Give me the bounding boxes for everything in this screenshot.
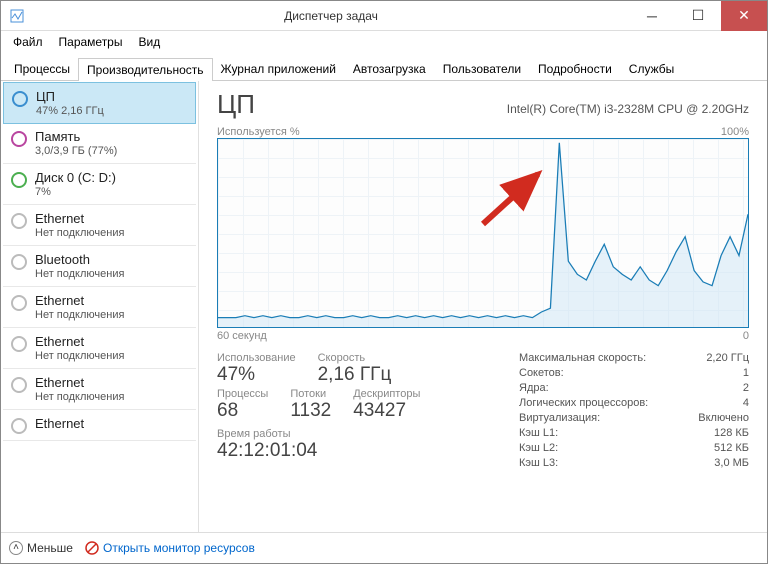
resource-ring-icon: [11, 131, 27, 147]
cpu-model: Intel(R) Core(TM) i3-2328M CPU @ 2.20GHz: [507, 102, 749, 116]
sidebar-item-title: ЦП: [36, 89, 104, 104]
resource-ring-icon: [11, 254, 27, 270]
stats-left: Использование 47% Скорость 2,16 ГГц Проц…: [217, 352, 499, 472]
fewer-details-button[interactable]: ˄ Меньше: [9, 541, 73, 555]
resource-ring-icon: [11, 418, 27, 434]
close-button[interactable]: ✕: [721, 1, 767, 31]
chart-x-labels: 60 секунд 0: [217, 330, 749, 342]
stats: Использование 47% Скорость 2,16 ГГц Проц…: [217, 352, 749, 472]
resource-ring-icon: [11, 336, 27, 352]
sidebar-item-sub: 3,0/3,9 ГБ (77%): [35, 145, 117, 157]
open-resource-monitor-link[interactable]: Открыть монитор ресурсов: [85, 541, 255, 555]
footer: ˄ Меньше Открыть монитор ресурсов: [1, 532, 767, 562]
sidebar-item-2[interactable]: Диск 0 (C: D:)7%: [3, 164, 196, 205]
y-label: Используется %: [217, 126, 300, 138]
x-left: 60 секунд: [217, 330, 267, 342]
sidebar-item-sub: 47% 2,16 ГГц: [36, 105, 104, 117]
main-panel: ЦП Intel(R) Core(TM) i3-2328M CPU @ 2.20…: [199, 81, 767, 532]
menu-view[interactable]: Вид: [130, 33, 168, 51]
tab-startup[interactable]: Автозагрузка: [344, 57, 435, 80]
sidebar-item-title: Диск 0 (C: D:): [35, 170, 116, 185]
sidebar-item-title: Ethernet: [35, 375, 124, 390]
tab-services[interactable]: Службы: [620, 57, 683, 80]
stat-handles: Дескрипторы 43427: [353, 388, 420, 422]
stat-speed: Скорость 2,16 ГГц: [318, 352, 392, 386]
y-max: 100%: [721, 126, 749, 138]
sidebar-item-title: Bluetooth: [35, 252, 124, 267]
sidebar-item-title: Память: [35, 129, 117, 144]
cpu-info: Максимальная скорость:2,20 ГГц Сокетов:1…: [519, 352, 749, 472]
sidebar-item-sub: Нет подключения: [35, 350, 124, 362]
maximize-button[interactable]: ☐: [675, 1, 721, 31]
window-title: Диспетчер задач: [33, 9, 629, 23]
menu-options[interactable]: Параметры: [51, 33, 131, 51]
resource-ring-icon: [11, 377, 27, 393]
stat-usage: Использование 47%: [217, 352, 296, 386]
tab-processes[interactable]: Процессы: [5, 57, 79, 80]
resource-monitor-icon: [85, 541, 99, 555]
sidebar-item-sub: 7%: [35, 186, 116, 198]
sidebar-item-sub: Нет подключения: [35, 227, 124, 239]
content: ЦП47% 2,16 ГГцПамять3,0/3,9 ГБ (77%)Диск…: [1, 81, 767, 532]
tabs: Процессы Производительность Журнал прило…: [1, 53, 767, 81]
x-right: 0: [743, 330, 749, 342]
app-icon: [9, 8, 25, 24]
resource-ring-icon: [11, 295, 27, 311]
minimize-button[interactable]: ─: [629, 1, 675, 31]
stat-processes: Процессы 68: [217, 388, 268, 422]
tab-users[interactable]: Пользователи: [434, 57, 530, 80]
cpu-chart[interactable]: [217, 138, 749, 328]
sidebar-item-3[interactable]: EthernetНет подключения: [3, 205, 196, 246]
sidebar-item-1[interactable]: Память3,0/3,9 ГБ (77%): [3, 123, 196, 164]
main-header: ЦП Intel(R) Core(TM) i3-2328M CPU @ 2.20…: [217, 89, 749, 120]
menu-file[interactable]: Файл: [5, 33, 51, 51]
window-buttons: ─ ☐ ✕: [629, 1, 767, 31]
sidebar-item-sub: Нет подключения: [35, 309, 124, 321]
resource-ring-icon: [11, 172, 27, 188]
uptime-label: Время работы: [217, 428, 499, 440]
sidebar-item-title: Ethernet: [35, 334, 124, 349]
sidebar-item-8[interactable]: Ethernet: [3, 410, 196, 441]
sidebar-item-7[interactable]: EthernetНет подключения: [3, 369, 196, 410]
sidebar-item-4[interactable]: BluetoothНет подключения: [3, 246, 196, 287]
titlebar: Диспетчер задач ─ ☐ ✕: [1, 1, 767, 31]
chevron-up-icon: ˄: [9, 541, 23, 555]
resource-ring-icon: [11, 213, 27, 229]
page-title: ЦП: [217, 89, 255, 120]
tab-performance[interactable]: Производительность: [78, 58, 212, 81]
annotation-arrow-icon: [478, 169, 548, 229]
sidebar-item-0[interactable]: ЦП47% 2,16 ГГц: [3, 82, 196, 124]
tab-apphistory[interactable]: Журнал приложений: [212, 57, 345, 80]
sidebar-item-title: Ethernet: [35, 293, 124, 308]
sidebar: ЦП47% 2,16 ГГцПамять3,0/3,9 ГБ (77%)Диск…: [1, 81, 199, 532]
sidebar-item-sub: Нет подключения: [35, 391, 124, 403]
sidebar-item-sub: Нет подключения: [35, 268, 124, 280]
sidebar-item-title: Ethernet: [35, 211, 124, 226]
menubar: Файл Параметры Вид: [1, 31, 767, 53]
sidebar-item-5[interactable]: EthernetНет подключения: [3, 287, 196, 328]
sidebar-item-title: Ethernet: [35, 416, 84, 431]
uptime-value: 42:12:01:04: [217, 440, 499, 462]
chart-y-labels: Используется % 100%: [217, 126, 749, 138]
chart-line: [218, 139, 748, 327]
tab-details[interactable]: Подробности: [529, 57, 621, 80]
sidebar-item-6[interactable]: EthernetНет подключения: [3, 328, 196, 369]
stat-threads: Потоки 1132: [290, 388, 331, 422]
resource-ring-icon: [12, 91, 28, 107]
